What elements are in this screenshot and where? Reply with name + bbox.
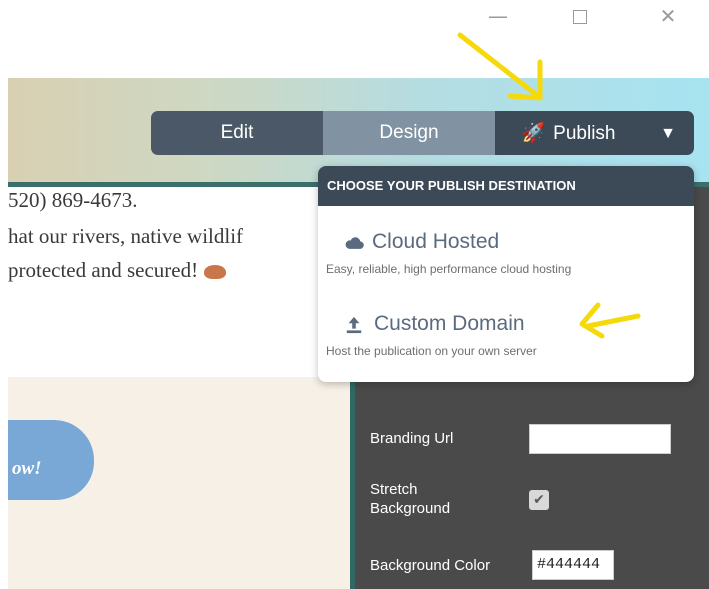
maximize-icon: [573, 10, 587, 24]
branding-url-label: Branding Url: [370, 430, 454, 447]
cloud-icon: [345, 237, 364, 249]
minimize-button[interactable]: —: [478, 4, 518, 28]
page-text-line: hat our rivers, native wildlif: [8, 224, 244, 248]
cloud-hosted-title: Cloud Hosted: [372, 230, 500, 253]
upload-icon: [346, 316, 362, 334]
background-color-label: Background Color: [370, 557, 491, 574]
page-text-phone: 520) 869-4673.: [8, 188, 138, 212]
publish-menu-header: CHOOSE YOUR PUBLISH DESTINATION: [318, 166, 694, 206]
cta-badge-text: ow!: [12, 458, 42, 479]
mode-toolbar: Edit Design 🚀 Publish ▼: [151, 111, 694, 155]
branding-url-input[interactable]: [529, 424, 671, 454]
custom-domain-title: Custom Domain: [374, 312, 525, 335]
page-text-line: protected and secured!: [8, 258, 338, 283]
rocket-icon: 🚀: [521, 122, 546, 144]
window-titlebar: — ✕: [0, 0, 709, 78]
design-button[interactable]: Design: [323, 111, 495, 155]
close-button[interactable]: ✕: [648, 4, 688, 28]
chevron-down-icon: ▼: [660, 125, 676, 142]
cloud-hosted-option[interactable]: Cloud Hosted Easy, reliable, high perfor…: [318, 230, 694, 276]
edit-button[interactable]: Edit: [151, 111, 323, 155]
maximize-button[interactable]: [560, 4, 600, 28]
stretch-background-label: Stretch Background: [370, 481, 451, 517]
publish-dropdown-toggle[interactable]: ▼: [642, 111, 694, 155]
bird-icon: [204, 265, 227, 280]
stretch-background-checkbox[interactable]: ✔: [529, 490, 549, 510]
publish-button[interactable]: 🚀 Publish: [495, 111, 642, 155]
publish-destination-menu: CHOOSE YOUR PUBLISH DESTINATION Cloud Ho…: [318, 166, 694, 382]
custom-domain-option[interactable]: Custom Domain Host the publication on yo…: [318, 312, 694, 358]
cloud-hosted-subtitle: Easy, reliable, high performance cloud h…: [326, 262, 572, 276]
publish-label: Publish: [553, 123, 616, 144]
custom-domain-subtitle: Host the publication on your own server: [326, 344, 537, 358]
page-text-content: protected and secured!: [8, 258, 199, 282]
background-color-input[interactable]: #444444: [532, 550, 614, 580]
